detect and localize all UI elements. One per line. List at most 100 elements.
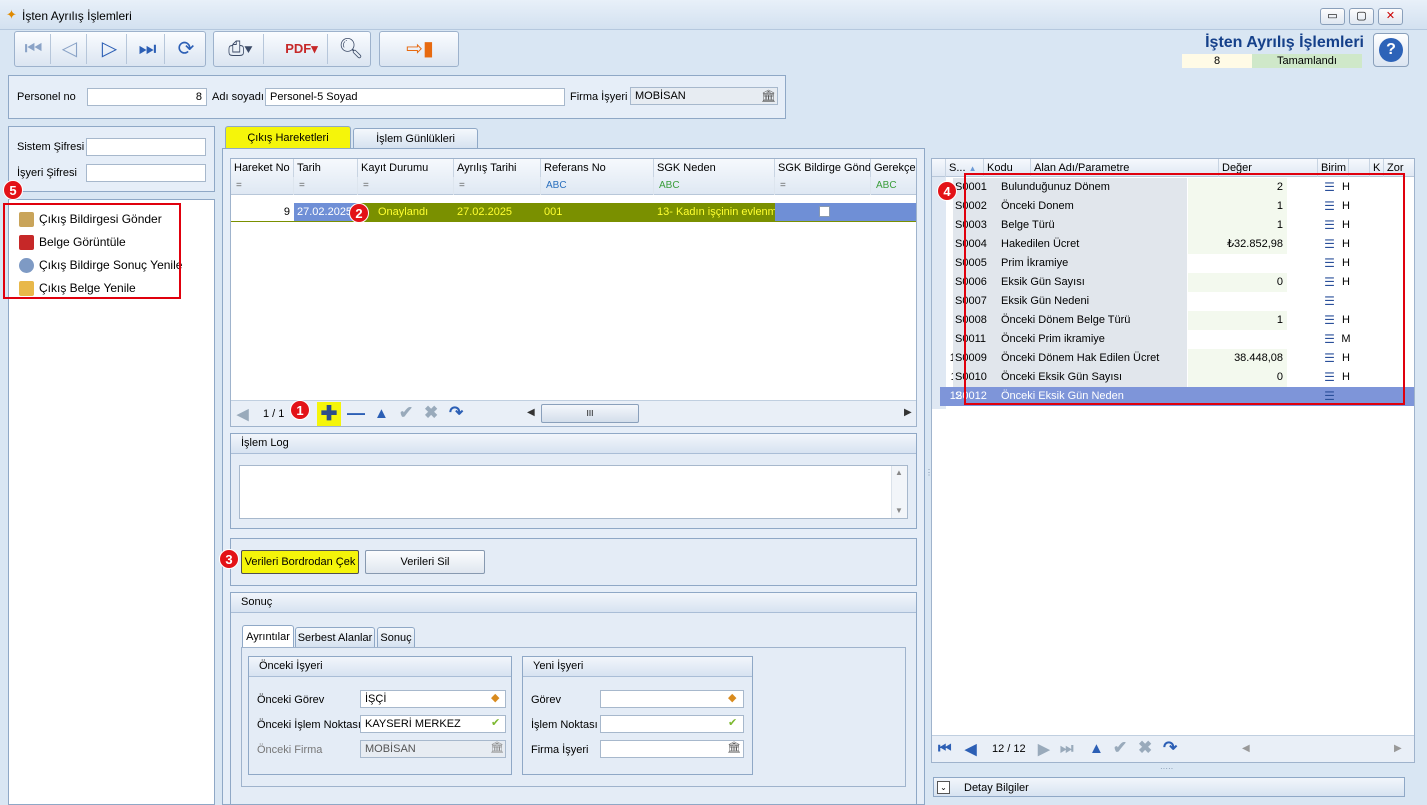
tab-serbest-alanlar[interactable]: Serbest Alanlar xyxy=(295,627,375,647)
col-gerekce[interactable]: Gerekçes xyxy=(871,159,916,177)
confirm-icon[interactable]: ✔ xyxy=(1113,738,1127,758)
personel-no-input[interactable]: 8 xyxy=(87,88,207,106)
bank-icon[interactable]: 🏛︎ xyxy=(490,741,504,754)
eraser-icon[interactable]: ◆ xyxy=(491,691,499,704)
maximize-button[interactable]: ▢ xyxy=(1349,8,1374,25)
page-title: İşten Ayrılış İşlemleri xyxy=(1205,34,1364,51)
scroll-right-icon[interactable]: ▶ xyxy=(904,407,912,418)
tab-sonuc[interactable]: Sonuç xyxy=(377,627,415,647)
next-page-icon[interactable]: ▶ xyxy=(1038,740,1050,758)
col-sgk-neden[interactable]: SGK Neden xyxy=(654,159,775,177)
col-sgk-bildirge-gonder[interactable]: SGK Bildirge Gönder xyxy=(775,159,871,177)
gorev-input[interactable] xyxy=(600,690,744,708)
move-up-icon[interactable]: ▲ xyxy=(1089,740,1104,757)
onceki-islem-noktasi-label: Önceki İşlem Noktası xyxy=(257,719,361,731)
scroll-down-icon: ▼ xyxy=(895,506,903,515)
last-record-icon[interactable]: ⏭ xyxy=(131,34,165,64)
refresh-icon[interactable]: ⟳ xyxy=(169,34,203,64)
row-kayit-durumu: Onaylandı xyxy=(378,206,429,218)
filter-eq[interactable]: = xyxy=(775,177,871,195)
scroll-left-icon[interactable]: ◀ xyxy=(527,407,535,418)
print-toolbar: ⎙▾ PDF▾ 🔍︎ xyxy=(213,31,371,67)
personel-no-label: Personel no xyxy=(17,91,76,103)
isyeri-sifresi-label: İşyeri Şifresi xyxy=(17,167,77,179)
minimize-button[interactable]: ▭ xyxy=(1320,8,1345,25)
confirm-icon[interactable]: ✔ xyxy=(399,403,413,423)
next-record-icon[interactable]: ▷ xyxy=(93,34,127,64)
bank-icon[interactable]: 🏛︎ xyxy=(727,741,741,754)
highlight-box-5 xyxy=(3,203,181,299)
cancel-icon[interactable]: ✖ xyxy=(1138,738,1152,758)
pdf-save-icon[interactable]: PDF▾ xyxy=(276,34,328,64)
log-scrollbar[interactable]: ▲ ▼ xyxy=(891,466,907,518)
islem-noktasi-input[interactable] xyxy=(600,715,744,733)
filter-abc[interactable]: ABC xyxy=(654,177,775,195)
filter-abc[interactable]: ABC xyxy=(871,177,916,195)
col-hareket-no[interactable]: Hareket No xyxy=(231,159,294,177)
check-icon[interactable]: ✔ xyxy=(491,716,500,729)
row-sgk-bildirge-checkbox[interactable] xyxy=(775,203,871,221)
islem-log-textarea[interactable]: ▲ ▼ xyxy=(239,465,908,519)
horizontal-scrollbar-thumb[interactable]: III xyxy=(541,404,639,423)
bank-icon[interactable]: 🏛︎ xyxy=(761,89,776,103)
add-row-icon[interactable]: ✚ xyxy=(317,402,341,426)
prev-page-icon[interactable]: ◀ xyxy=(237,405,249,423)
tab-cikis-hareketleri[interactable]: Çıkış Hareketleri xyxy=(225,126,351,148)
filter-eq[interactable]: = xyxy=(454,177,541,195)
verileri-sil-button[interactable]: Verileri Sil xyxy=(365,550,485,574)
auth-panel: Sistem Şifresi İşyeri Şifresi xyxy=(8,126,215,192)
tab-islem-gunlukleri[interactable]: İşlem Günlükleri xyxy=(353,128,478,148)
cancel-icon[interactable]: ✖ xyxy=(424,403,438,423)
printer-icon[interactable]: ⎙▾ xyxy=(218,34,264,64)
move-up-icon[interactable]: ▲ xyxy=(374,405,389,422)
close-button[interactable]: ✕ xyxy=(1378,8,1403,25)
eraser-icon[interactable]: ◆ xyxy=(728,691,736,704)
check-icon[interactable]: ✔ xyxy=(728,716,737,729)
adi-soyadi-input[interactable]: Personel-5 Soyad xyxy=(265,88,565,106)
isyeri-sifresi-input[interactable] xyxy=(86,164,206,182)
first-page-icon[interactable]: ⏮ xyxy=(938,740,952,757)
last-page-icon[interactable]: ⏭ xyxy=(1060,740,1074,757)
scroll-right-icon[interactable]: ▶ xyxy=(1394,743,1402,754)
filter-eq[interactable]: = xyxy=(294,177,358,195)
splitter-handle[interactable]: ⋮ xyxy=(925,469,933,486)
table-row[interactable]: 9 27.02.2025 Onaylandı 27.02.2025 001 13… xyxy=(231,203,916,222)
row-hareket-no: 9 xyxy=(231,203,294,221)
preview-icon[interactable]: 🔍︎ xyxy=(334,34,368,64)
hareket-grid: Hareket No Tarih Kayıt Durumu Ayrılış Ta… xyxy=(230,158,917,427)
expand-icon[interactable]: ⌄ xyxy=(937,781,950,794)
prev-page-icon[interactable]: ◀ xyxy=(965,740,977,758)
first-record-icon[interactable]: ⏮ xyxy=(17,34,51,64)
filter-eq[interactable]: = xyxy=(231,177,294,195)
filter-abc[interactable]: ABC xyxy=(541,177,654,195)
help-button[interactable]: ? xyxy=(1373,33,1409,67)
col-kayit-durumu[interactable]: Kayıt Durumu xyxy=(358,159,454,177)
help-icon: ? xyxy=(1379,38,1403,62)
detay-bilgiler-label: Detay Bilgiler xyxy=(964,782,1029,794)
exit-door-icon[interactable]: ⇨▮ xyxy=(402,34,438,64)
firma-isyeri-yeni-input[interactable] xyxy=(600,740,744,758)
undo-icon[interactable]: ↷ xyxy=(1163,738,1177,758)
sistem-sifresi-input[interactable] xyxy=(86,138,206,156)
filter-eq[interactable]: = xyxy=(358,177,454,195)
verileri-bordrodan-cek-button[interactable]: Verileri Bordrodan Çek xyxy=(241,550,359,574)
delete-row-icon[interactable]: — xyxy=(347,403,365,424)
col-ayrilis-tarihi[interactable]: Ayrılış Tarihi xyxy=(454,159,541,177)
yeni-isyeri-group: Yeni İşyeri Görev ◆ İşlem Noktası ✔ Firm… xyxy=(522,656,753,775)
onceki-gorev-input[interactable]: İŞÇİ xyxy=(360,690,506,708)
onceki-firma-input[interactable]: MOBİSAN xyxy=(360,740,506,758)
islem-noktasi-label: İşlem Noktası xyxy=(531,719,598,731)
firma-isyeri-input[interactable]: MOBİSAN xyxy=(630,87,778,105)
col-tarih[interactable]: Tarih xyxy=(294,159,358,177)
scroll-left-icon[interactable]: ◀ xyxy=(1242,743,1250,754)
prev-record-icon[interactable]: ◁ xyxy=(53,34,87,64)
col-referans-no[interactable]: Referans No xyxy=(541,159,654,177)
detay-bilgiler-bar[interactable]: ⌄ Detay Bilgiler xyxy=(933,777,1405,797)
window-title: İşten Ayrılış İşlemleri xyxy=(22,9,132,23)
undo-icon[interactable]: ↷ xyxy=(449,403,463,423)
params-navigator: ⏮ ◀ 12 / 12 ▶ ⏭ ▲ ✔ ✖ ↷ ◀ ▶ xyxy=(932,735,1414,762)
tab-ayrintilar[interactable]: Ayrıntılar xyxy=(242,625,294,647)
splitter-grip[interactable]: ····· xyxy=(1160,764,1173,773)
onceki-islem-noktasi-input[interactable]: KAYSERİ MERKEZ xyxy=(360,715,506,733)
record-number: 8 xyxy=(1182,54,1252,68)
